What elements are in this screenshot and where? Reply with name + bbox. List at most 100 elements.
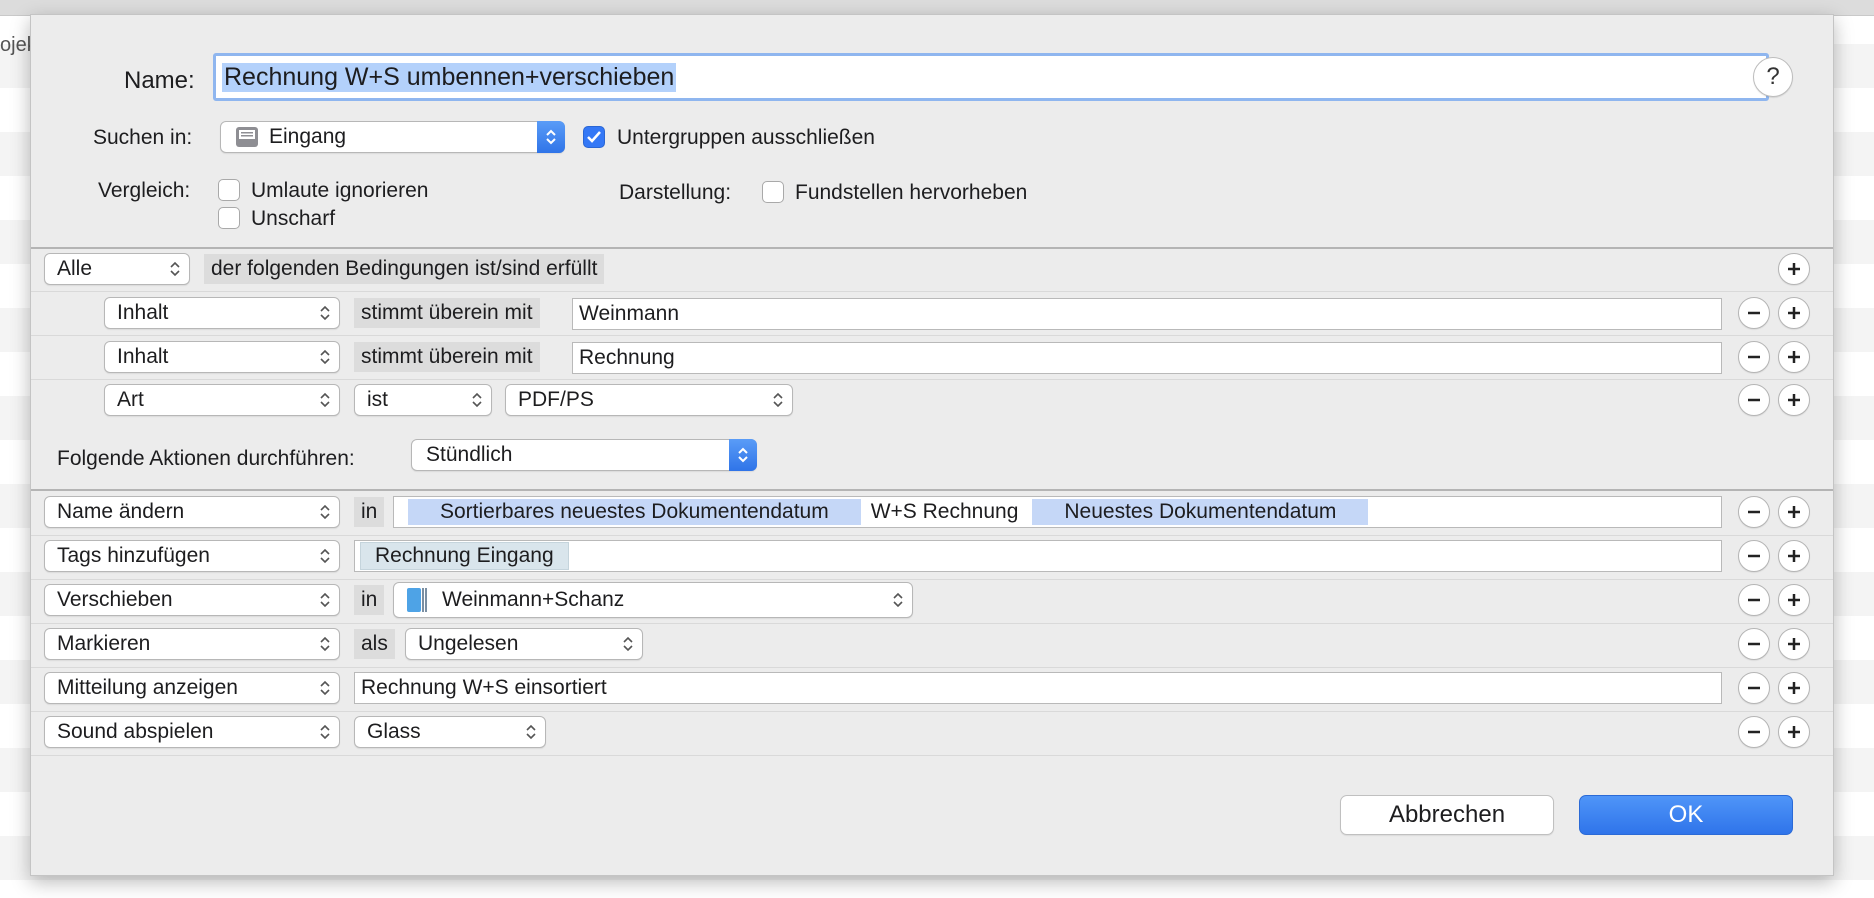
chevron-updown-icon (320, 392, 330, 408)
condition-value: Rechnung (579, 346, 675, 369)
plus-icon (1788, 638, 1800, 650)
tag-token[interactable]: Rechnung Eingang (360, 542, 569, 570)
conditions-divider (31, 247, 1833, 249)
action-popup[interactable]: Verschieben (44, 584, 340, 616)
remove-condition-button[interactable] (1738, 341, 1770, 373)
add-action-button[interactable] (1778, 584, 1810, 616)
action-popup[interactable]: Name ändern (44, 496, 340, 528)
plus-icon (1788, 307, 1800, 319)
move-target-popup[interactable]: Weinmann+Schanz (393, 582, 913, 618)
schedule-popup[interactable]: Stündlich (411, 439, 757, 471)
schedule-label: Folgende Aktionen durchführen: (57, 447, 355, 470)
placeholder-token[interactable]: Neuestes Dokumentendatum (1032, 499, 1369, 525)
remove-condition-button[interactable] (1738, 384, 1770, 416)
add-action-button[interactable] (1778, 496, 1810, 528)
condition-field-popup[interactable]: Art (104, 384, 340, 416)
chevron-updown-icon (320, 349, 330, 365)
help-button[interactable]: ? (1753, 57, 1793, 97)
move-target-value: Weinmann+Schanz (442, 588, 625, 611)
mark-value-popup[interactable]: Ungelesen (405, 628, 643, 660)
condition-value-field[interactable]: Weinmann (572, 298, 1722, 330)
schedule-popup-arrows (729, 439, 757, 471)
add-action-button[interactable] (1778, 716, 1810, 748)
add-condition-button[interactable] (1778, 341, 1810, 373)
row-divider (31, 335, 1833, 336)
chevron-updown-icon (320, 592, 330, 608)
exclude-subgroups-checkbox[interactable] (583, 126, 605, 148)
chevron-updown-icon (526, 724, 536, 740)
action-value: Sound abspielen (57, 720, 214, 743)
row-divider (31, 755, 1833, 756)
condition-operator: stimmt überein mit (354, 298, 540, 328)
plus-icon (1788, 506, 1800, 518)
minus-icon (1748, 642, 1760, 646)
action-popup[interactable]: Markieren (44, 628, 340, 660)
add-action-button[interactable] (1778, 540, 1810, 572)
placeholder-token[interactable]: Sortierbares neuestes Dokumentendatum (408, 499, 861, 525)
condition-field-popup[interactable]: Inhalt (104, 297, 340, 329)
fuzzy-checkbox[interactable] (218, 207, 240, 229)
chevron-updown-icon (320, 548, 330, 564)
search-in-popup[interactable]: Eingang (220, 121, 565, 153)
remove-action-button[interactable] (1738, 540, 1770, 572)
remove-action-button[interactable] (1738, 672, 1770, 704)
name-field[interactable]: Rechnung W+S umbennen+verschieben (213, 53, 1769, 101)
action-popup[interactable]: Sound abspielen (44, 716, 340, 748)
match-mode-popup[interactable]: Alle (44, 253, 190, 285)
action-value: Name ändern (57, 500, 185, 523)
display-label: Darstellung: (619, 181, 732, 204)
remove-action-button[interactable] (1738, 496, 1770, 528)
plus-icon (1788, 594, 1800, 606)
minus-icon (1748, 686, 1760, 690)
sound-popup[interactable]: Glass (354, 716, 546, 748)
ignore-umlauts-checkbox[interactable] (218, 179, 240, 201)
plus-icon (1788, 726, 1800, 738)
smart-rule-sheet: Name: Rechnung W+S umbennen+verschieben … (30, 14, 1834, 876)
minus-icon (1748, 355, 1760, 359)
help-icon: ? (1766, 63, 1780, 90)
row-divider (31, 291, 1833, 292)
minus-icon (1748, 311, 1760, 315)
remove-action-button[interactable] (1738, 628, 1770, 660)
condition-field-popup[interactable]: Inhalt (104, 341, 340, 373)
add-action-button[interactable] (1778, 672, 1810, 704)
add-condition-button[interactable] (1778, 384, 1810, 416)
condition-operator-popup[interactable]: ist (354, 384, 492, 416)
condition-kind-popup[interactable]: PDF/PS (505, 384, 793, 416)
chevron-updown-icon (738, 447, 748, 463)
schedule-value: Stündlich (426, 443, 513, 466)
chevron-updown-icon (546, 129, 556, 145)
rename-pattern-field[interactable]: Sortierbares neuestes Dokumentendatum W+… (393, 496, 1722, 528)
remove-condition-button[interactable] (1738, 297, 1770, 329)
notification-message-field[interactable]: Rechnung W+S einsortiert (354, 672, 1722, 704)
inbox-icon (236, 127, 258, 147)
condition-field-value: Inhalt (117, 345, 169, 368)
row-divider (31, 623, 1833, 624)
search-in-label: Suchen in: (93, 126, 193, 149)
condition-value-field[interactable]: Rechnung (572, 342, 1722, 374)
plus-icon (1788, 351, 1800, 363)
minus-icon (1748, 398, 1760, 402)
add-condition-button[interactable] (1778, 253, 1810, 285)
ok-button[interactable]: OK (1579, 795, 1793, 835)
ignore-umlauts-label: Umlaute ignorieren (251, 179, 429, 202)
remove-action-button[interactable] (1738, 584, 1770, 616)
tags-field[interactable]: Rechnung Eingang (354, 540, 1722, 572)
action-preposition: in (354, 585, 385, 615)
action-value: Tags hinzufügen (57, 544, 210, 567)
add-condition-button[interactable] (1778, 297, 1810, 329)
row-divider (31, 579, 1833, 580)
chevron-updown-icon (170, 261, 180, 277)
row-divider (31, 711, 1833, 712)
action-popup[interactable]: Mitteilung anzeigen (44, 672, 340, 704)
plus-icon (1788, 550, 1800, 562)
action-popup[interactable]: Tags hinzufügen (44, 540, 340, 572)
minus-icon (1748, 730, 1760, 734)
add-action-button[interactable] (1778, 628, 1810, 660)
remove-action-button[interactable] (1738, 716, 1770, 748)
minus-icon (1748, 598, 1760, 602)
highlight-checkbox[interactable] (762, 181, 784, 203)
search-in-value: Eingang (269, 125, 347, 148)
condition-operator: stimmt überein mit (354, 342, 540, 372)
cancel-button[interactable]: Abbrechen (1340, 795, 1554, 835)
